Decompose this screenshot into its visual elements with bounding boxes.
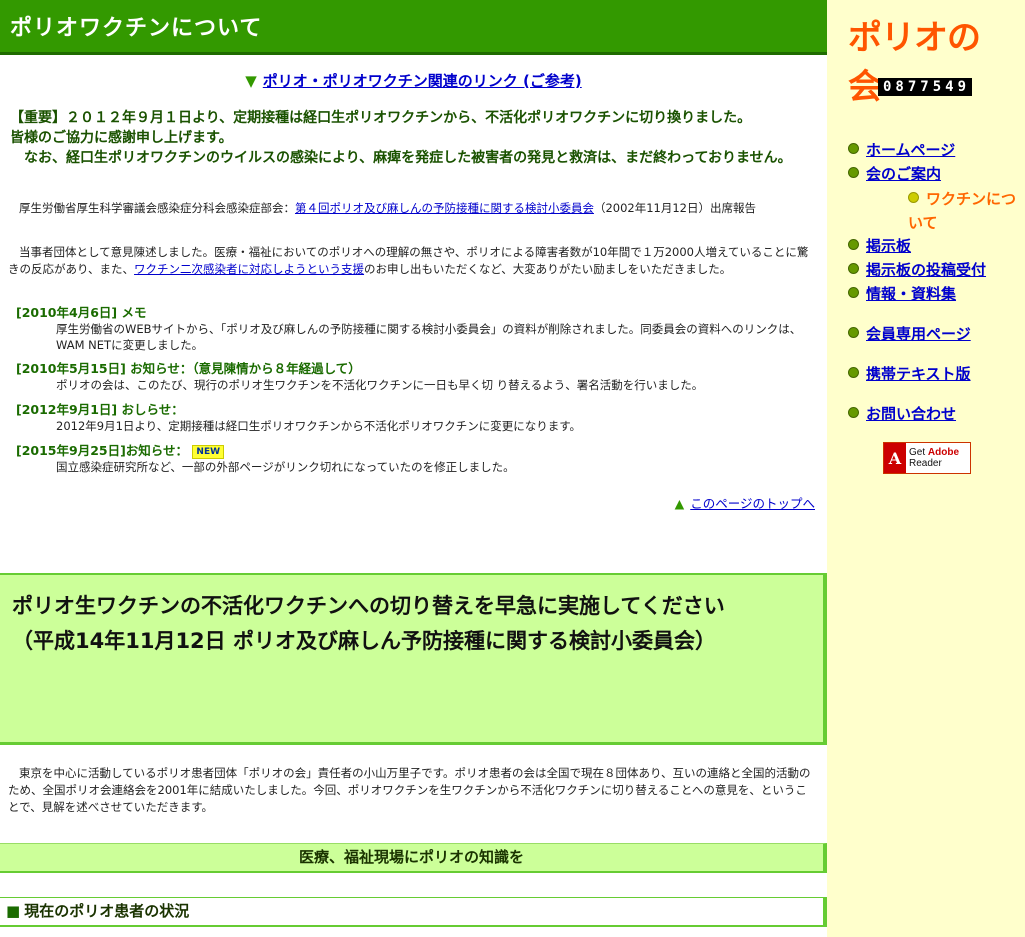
section-heading-status: ■ 現在のポリオ患者の状況 <box>0 897 827 927</box>
new-badge-icon: NEW <box>192 444 225 459</box>
news-head-text: [2015年9月25日]お知らせ： <box>16 443 189 458</box>
ref-link-row: ▼ ポリオ・ポリオワクチン関連のリンク (ご参考) <box>0 70 827 91</box>
triangle-down-icon: ▼ <box>245 72 257 90</box>
sidebar-item-home[interactable]: ホームページ <box>848 139 955 160</box>
important-line-2: 皆様のご協力に感謝申し上げます。 <box>10 130 233 146</box>
news-body: 厚生労働省のWEBサイトから、「ポリオ及び麻しんの予防接種に関する検討小委員会」… <box>56 322 802 352</box>
important-line-1: 【重要】２０１２年９月１日より、定期接種は経口生ポリオワクチンから、不活化ポリオ… <box>10 110 752 126</box>
banner-line-1: ポリオ生ワクチンの不活化ワクチンへの切り替えを早急に実施してください <box>12 594 725 618</box>
headline-banner: ポリオ生ワクチンの不活化ワクチンへの切り替えを早急に実施してください （平成14… <box>0 573 827 745</box>
sidebar-item-about[interactable]: 会のご案内 <box>848 163 941 184</box>
news-body: 2012年9月1日より、定期接種は経口生ポリオワクチンから不活化ポリオワクチンに… <box>56 419 582 433</box>
news-item: [2012年9月1日] おしらせ： 2012年9月1日より、定期接種は経口生ポリ… <box>16 402 816 434</box>
sidebar-item-members[interactable]: 会員専用ページ <box>848 323 971 344</box>
bullet-icon <box>848 367 859 378</box>
nav-link[interactable]: 情報・資料集 <box>866 285 956 303</box>
sidebar-item-board[interactable]: 掲示板 <box>848 235 911 256</box>
news-item: [2010年5月15日] お知らせ：（意見陳情から８年経過して） ポリオの会は、… <box>16 361 816 393</box>
adobe-brand: Adobe <box>927 447 960 458</box>
bullet-icon <box>848 287 859 298</box>
sidebar-item-vaccine-current: ワクチンについて <box>908 187 1018 235</box>
triangle-up-icon: ▲ <box>674 496 685 511</box>
section-heading-text: 現在のポリオ患者の状況 <box>24 902 190 920</box>
bullet-icon <box>908 192 919 203</box>
bullet-icon <box>848 143 859 154</box>
bullet-icon <box>848 263 859 274</box>
nav-link[interactable]: お問い合わせ <box>866 405 956 423</box>
nav-link[interactable]: 会のご案内 <box>866 165 941 183</box>
get-adobe-reader-button[interactable]: A Get Adobe Reader <box>883 442 971 474</box>
square-bullet-icon: ■ <box>6 902 21 920</box>
bullet-icon <box>848 327 859 338</box>
news-item: [2015年9月25日]お知らせ： NEW 国立感染症研究所など、一部の外部ペー… <box>16 443 816 475</box>
adobe-text: Get Adobe Reader <box>906 447 959 469</box>
subcommittee-link[interactable]: 第４回ポリオ及び麻しんの予防接種に関する検討小委員会 <box>295 201 594 215</box>
adobe-product: Reader <box>909 458 942 469</box>
page-title: ポリオワクチンについて <box>10 16 263 41</box>
section-heading-medical: 医療、福祉現場にポリオの知識を <box>0 843 827 873</box>
nav-link[interactable]: ホームページ <box>866 141 955 159</box>
adobe-get: Get <box>909 447 926 458</box>
statement-text-end: のお申し出もいただくなど、大変ありがたい励ましをいただきました。 <box>364 262 732 276</box>
adobe-icon: A <box>884 443 906 473</box>
bullet-icon <box>848 167 859 178</box>
bullet-icon <box>848 407 859 418</box>
support-link[interactable]: ワクチン二次感染者に対応しようという支援 <box>134 262 364 276</box>
current-page-label: ワクチンについて <box>908 190 1017 232</box>
nav-link[interactable]: 会員専用ページ <box>866 325 971 343</box>
report-suffix: （2002年11月12日）出席報告 <box>593 201 757 215</box>
to-top-link[interactable]: このページのトップへ <box>690 496 815 511</box>
to-top-row: ▲ このページのトップへ <box>675 493 815 512</box>
news-head: [2015年9月25日]お知らせ： NEW <box>16 443 816 459</box>
news-head: [2010年4月6日] メモ <box>16 305 147 320</box>
important-notice: 【重要】２０１２年９月１日より、定期接種は経口生ポリオワクチンから、不活化ポリオ… <box>10 108 816 168</box>
sidebar-item-contact[interactable]: お問い合わせ <box>848 403 956 424</box>
intro-paragraph: 東京を中心に活動しているポリオ患者団体「ポリオの会」責任者の小山万里子です。ポリ… <box>8 765 816 816</box>
page-title-bar: ポリオワクチンについて <box>0 0 827 55</box>
news-head: [2012年9月1日] おしらせ： <box>16 402 184 417</box>
report-paragraph: 厚生労働省厚生科学審議会感染症分科会感染症部会：第４回ポリオ及び麻しんの予防接種… <box>8 200 816 217</box>
sidebar-item-board-post[interactable]: 掲示板の投稿受付 <box>848 259 986 280</box>
sidebar-item-info[interactable]: 情報・資料集 <box>848 283 956 304</box>
news-item: [2010年4月6日] メモ 厚生労働省のWEBサイトから、「ポリオ及び麻しんの… <box>16 305 816 353</box>
site-logo[interactable]: ポリオの会 <box>848 10 1008 107</box>
visitor-counter: 0877549 <box>878 78 973 96</box>
news-body: 国立感染症研究所など、一部の外部ページがリンク切れになっていたのを修正しました。 <box>56 460 515 474</box>
nav-link[interactable]: 掲示板 <box>866 237 911 255</box>
nav-link[interactable]: 携帯テキスト版 <box>866 365 971 383</box>
nav-link[interactable]: 掲示板の投稿受付 <box>866 261 986 279</box>
important-line-3: なお、経口生ポリオワクチンのウイルスの感染により、麻痺を発症した被害者の発見と救… <box>10 150 792 166</box>
main-content: ポリオワクチンについて ▼ ポリオ・ポリオワクチン関連のリンク (ご参考) 【重要… <box>0 0 827 937</box>
news-body: ポリオの会は、このたび、現行のポリオ生ワクチンを不活化ワクチンに一日も早く切 り… <box>56 378 704 392</box>
news-head: [2010年5月15日] お知らせ：（意見陳情から８年経過して） <box>16 361 361 376</box>
report-prefix: 厚生労働省厚生科学審議会感染症分科会感染症部会： <box>18 201 295 215</box>
statement-paragraph: 当事者団体として意見陳述しました。医療・福祉においてのポリオへの理解の無さや、ポ… <box>8 244 816 278</box>
related-links-link[interactable]: ポリオ・ポリオワクチン関連のリンク (ご参考) <box>263 72 582 90</box>
sidebar-item-mobile[interactable]: 携帯テキスト版 <box>848 363 971 384</box>
bullet-icon <box>848 239 859 250</box>
banner-line-2: （平成14年11月12日 ポリオ及び麻しん予防接種に関する検討小委員会） <box>12 629 716 653</box>
intro-text: 東京を中心に活動しているポリオ患者団体「ポリオの会」責任者の小山万里子です。ポリ… <box>8 766 811 814</box>
